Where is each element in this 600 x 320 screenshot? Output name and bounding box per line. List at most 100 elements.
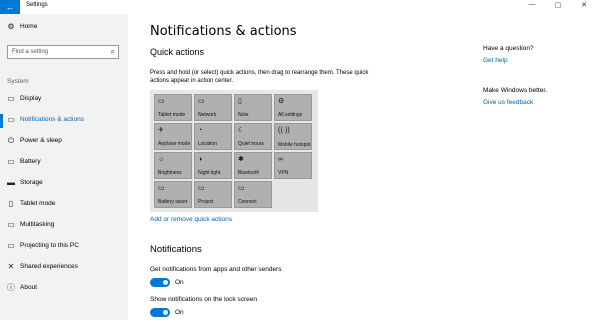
- tile-label: Network: [198, 112, 217, 118]
- hotspot-icon: ((·)): [278, 127, 290, 134]
- sidebar-item-label: Battery: [20, 158, 41, 165]
- quick-action-bluetooth[interactable]: ✱ Bluetooth: [234, 152, 272, 179]
- notifications-toggle[interactable]: [150, 278, 170, 287]
- tile-label: Battery saver: [158, 199, 188, 205]
- window-title: Settings: [26, 2, 48, 8]
- settings-icon: ⚙: [278, 98, 285, 105]
- sidebar-item-power[interactable]: ⏻ Power & sleep: [0, 132, 128, 152]
- home-icon: ⚙: [7, 22, 15, 31]
- tile-label: Project: [198, 199, 214, 205]
- vpn-icon: ∞: [278, 156, 283, 163]
- search-placeholder: Find a setting: [12, 49, 49, 55]
- sidebar-item-label: Power & sleep: [20, 137, 62, 144]
- toggle-knob: [163, 280, 168, 285]
- project-icon: ▭: [198, 185, 205, 192]
- airplane-icon: ✈: [158, 127, 164, 134]
- quick-action-night-light[interactable]: ◑ Night light: [194, 152, 232, 179]
- search-icon: ⌕: [110, 47, 115, 56]
- tablet-icon: ▯: [8, 199, 14, 208]
- sidebar-item-label: Display: [20, 95, 42, 102]
- get-help-link[interactable]: Get help: [483, 57, 508, 64]
- maximize-button[interactable]: ▢: [548, 1, 568, 9]
- tile-label: Connect: [238, 199, 257, 205]
- title-bar: ← Settings — ▢ ✕: [0, 0, 600, 14]
- sidebar-item-multitasking[interactable]: ▭ Multitasking: [0, 216, 128, 236]
- quick-action-quiet-hours[interactable]: ☾ Quiet hours: [234, 123, 272, 150]
- sidebar-item-display[interactable]: ▭ Display: [0, 90, 128, 110]
- tile-label: Brightness: [158, 170, 182, 176]
- sidebar-item-label: Notifications & actions: [20, 116, 84, 123]
- quick-action-connect[interactable]: ▭ Connect: [234, 181, 272, 208]
- close-button[interactable]: ✕: [574, 1, 594, 9]
- back-button[interactable]: ←: [0, 0, 20, 14]
- brightness-icon: ☼: [158, 156, 165, 163]
- tablet-icon: ▭: [158, 98, 165, 105]
- sidebar-item-label: Tablet mode: [20, 200, 56, 207]
- notifications-icon: ▭: [7, 115, 15, 124]
- sidebar-item-tablet-mode[interactable]: ▯ Tablet mode: [0, 195, 128, 215]
- info-icon: ⓘ: [7, 283, 15, 292]
- night-light-icon: ◑: [198, 156, 203, 163]
- back-arrow-icon: ←: [5, 2, 15, 12]
- quick-action-mobile-hotspot[interactable]: ((·)) Mobile hotspot: [274, 123, 312, 150]
- sidebar-item-battery[interactable]: ▭ Battery: [0, 153, 128, 173]
- quick-action-airplane-mode[interactable]: ✈ Airplane mode: [154, 123, 192, 150]
- quick-action-note[interactable]: ▯ Note: [234, 94, 272, 121]
- shared-icon: ✕: [7, 262, 15, 271]
- toggle-state-label: On: [175, 309, 184, 316]
- tile-label: Night light: [198, 170, 221, 176]
- sidebar-item-notifications[interactable]: ▭ Notifications & actions: [0, 111, 128, 131]
- location-icon: ◔: [198, 127, 203, 134]
- tile-label: Airplane mode: [158, 141, 191, 147]
- tile-label: Bluetooth: [238, 170, 260, 176]
- quick-action-brightness[interactable]: ☼ Brightness: [154, 152, 192, 179]
- tile-label: Quiet hours: [238, 141, 264, 147]
- tile-label: All settings: [278, 112, 303, 118]
- sidebar-item-label: Storage: [20, 179, 43, 186]
- sidebar-item-label: Multitasking: [20, 221, 55, 228]
- projecting-icon: ▭: [7, 241, 15, 250]
- storage-icon: ▬: [7, 178, 15, 187]
- note-icon: ▯: [238, 98, 242, 105]
- sidebar-item-home[interactable]: ⚙ Home: [0, 18, 128, 38]
- sidebar-item-label: Projecting to this PC: [20, 242, 79, 249]
- battery-saver-icon: ▭: [158, 185, 165, 192]
- quick-action-tablet-mode[interactable]: ▭ Tablet mode: [154, 94, 192, 121]
- moon-icon: ☾: [238, 127, 245, 134]
- power-icon: ⏻: [7, 136, 15, 145]
- give-feedback-link[interactable]: Give us feedback: [483, 99, 533, 106]
- quick-action-project[interactable]: ▭ Project: [194, 181, 232, 208]
- toggle-state-label: On: [175, 279, 184, 286]
- quick-action-location[interactable]: ◔ Location: [194, 123, 232, 150]
- multitasking-icon: ▭: [7, 220, 15, 229]
- tile-label: Mobile hotspot: [278, 142, 311, 148]
- bluetooth-icon: ✱: [238, 156, 244, 163]
- notifications-setting-label: Get notifications from apps and other se…: [150, 266, 282, 273]
- sidebar-item-storage[interactable]: ▬ Storage: [0, 174, 128, 194]
- quick-actions-panel: ▭ Tablet mode ▭ Network ▯ Note ⚙ All set…: [150, 90, 318, 212]
- notifications-heading: Notifications: [150, 244, 202, 255]
- tile-label: VPN: [278, 170, 289, 176]
- search-input[interactable]: Find a setting ⌕: [7, 45, 119, 59]
- lock-screen-toggle[interactable]: [150, 308, 170, 317]
- quick-action-battery-saver[interactable]: ▭ Battery saver: [154, 181, 192, 208]
- minimize-button[interactable]: —: [522, 1, 542, 8]
- sidebar-item-about[interactable]: ⓘ About: [0, 279, 128, 299]
- sidebar-item-shared-experiences[interactable]: ✕ Shared experiences: [0, 258, 128, 278]
- sidebar-item-label: About: [20, 284, 37, 291]
- add-remove-quick-actions-link[interactable]: Add or remove quick actions: [150, 216, 232, 223]
- quick-actions-description: Press and hold (or select) quick actions…: [150, 70, 369, 84]
- battery-icon: ▭: [7, 157, 15, 166]
- tile-label: Note: [238, 112, 249, 118]
- quick-actions-heading: Quick actions: [150, 47, 205, 57]
- tile-label: Tablet mode: [158, 112, 186, 118]
- help-heading: Have a question?: [483, 45, 534, 52]
- sidebar: ⚙ Home Find a setting ⌕ System ▭ Display…: [0, 14, 128, 320]
- page-title: Notifications & actions: [150, 24, 297, 39]
- toggle-knob: [163, 310, 168, 315]
- quick-action-network[interactable]: ▭ Network: [194, 94, 232, 121]
- sidebar-item-projecting[interactable]: ▭ Projecting to this PC: [0, 237, 128, 257]
- quick-action-vpn[interactable]: ∞ VPN: [274, 152, 312, 179]
- sidebar-item-label: Home: [20, 23, 38, 30]
- quick-action-all-settings[interactable]: ⚙ All settings: [274, 94, 312, 121]
